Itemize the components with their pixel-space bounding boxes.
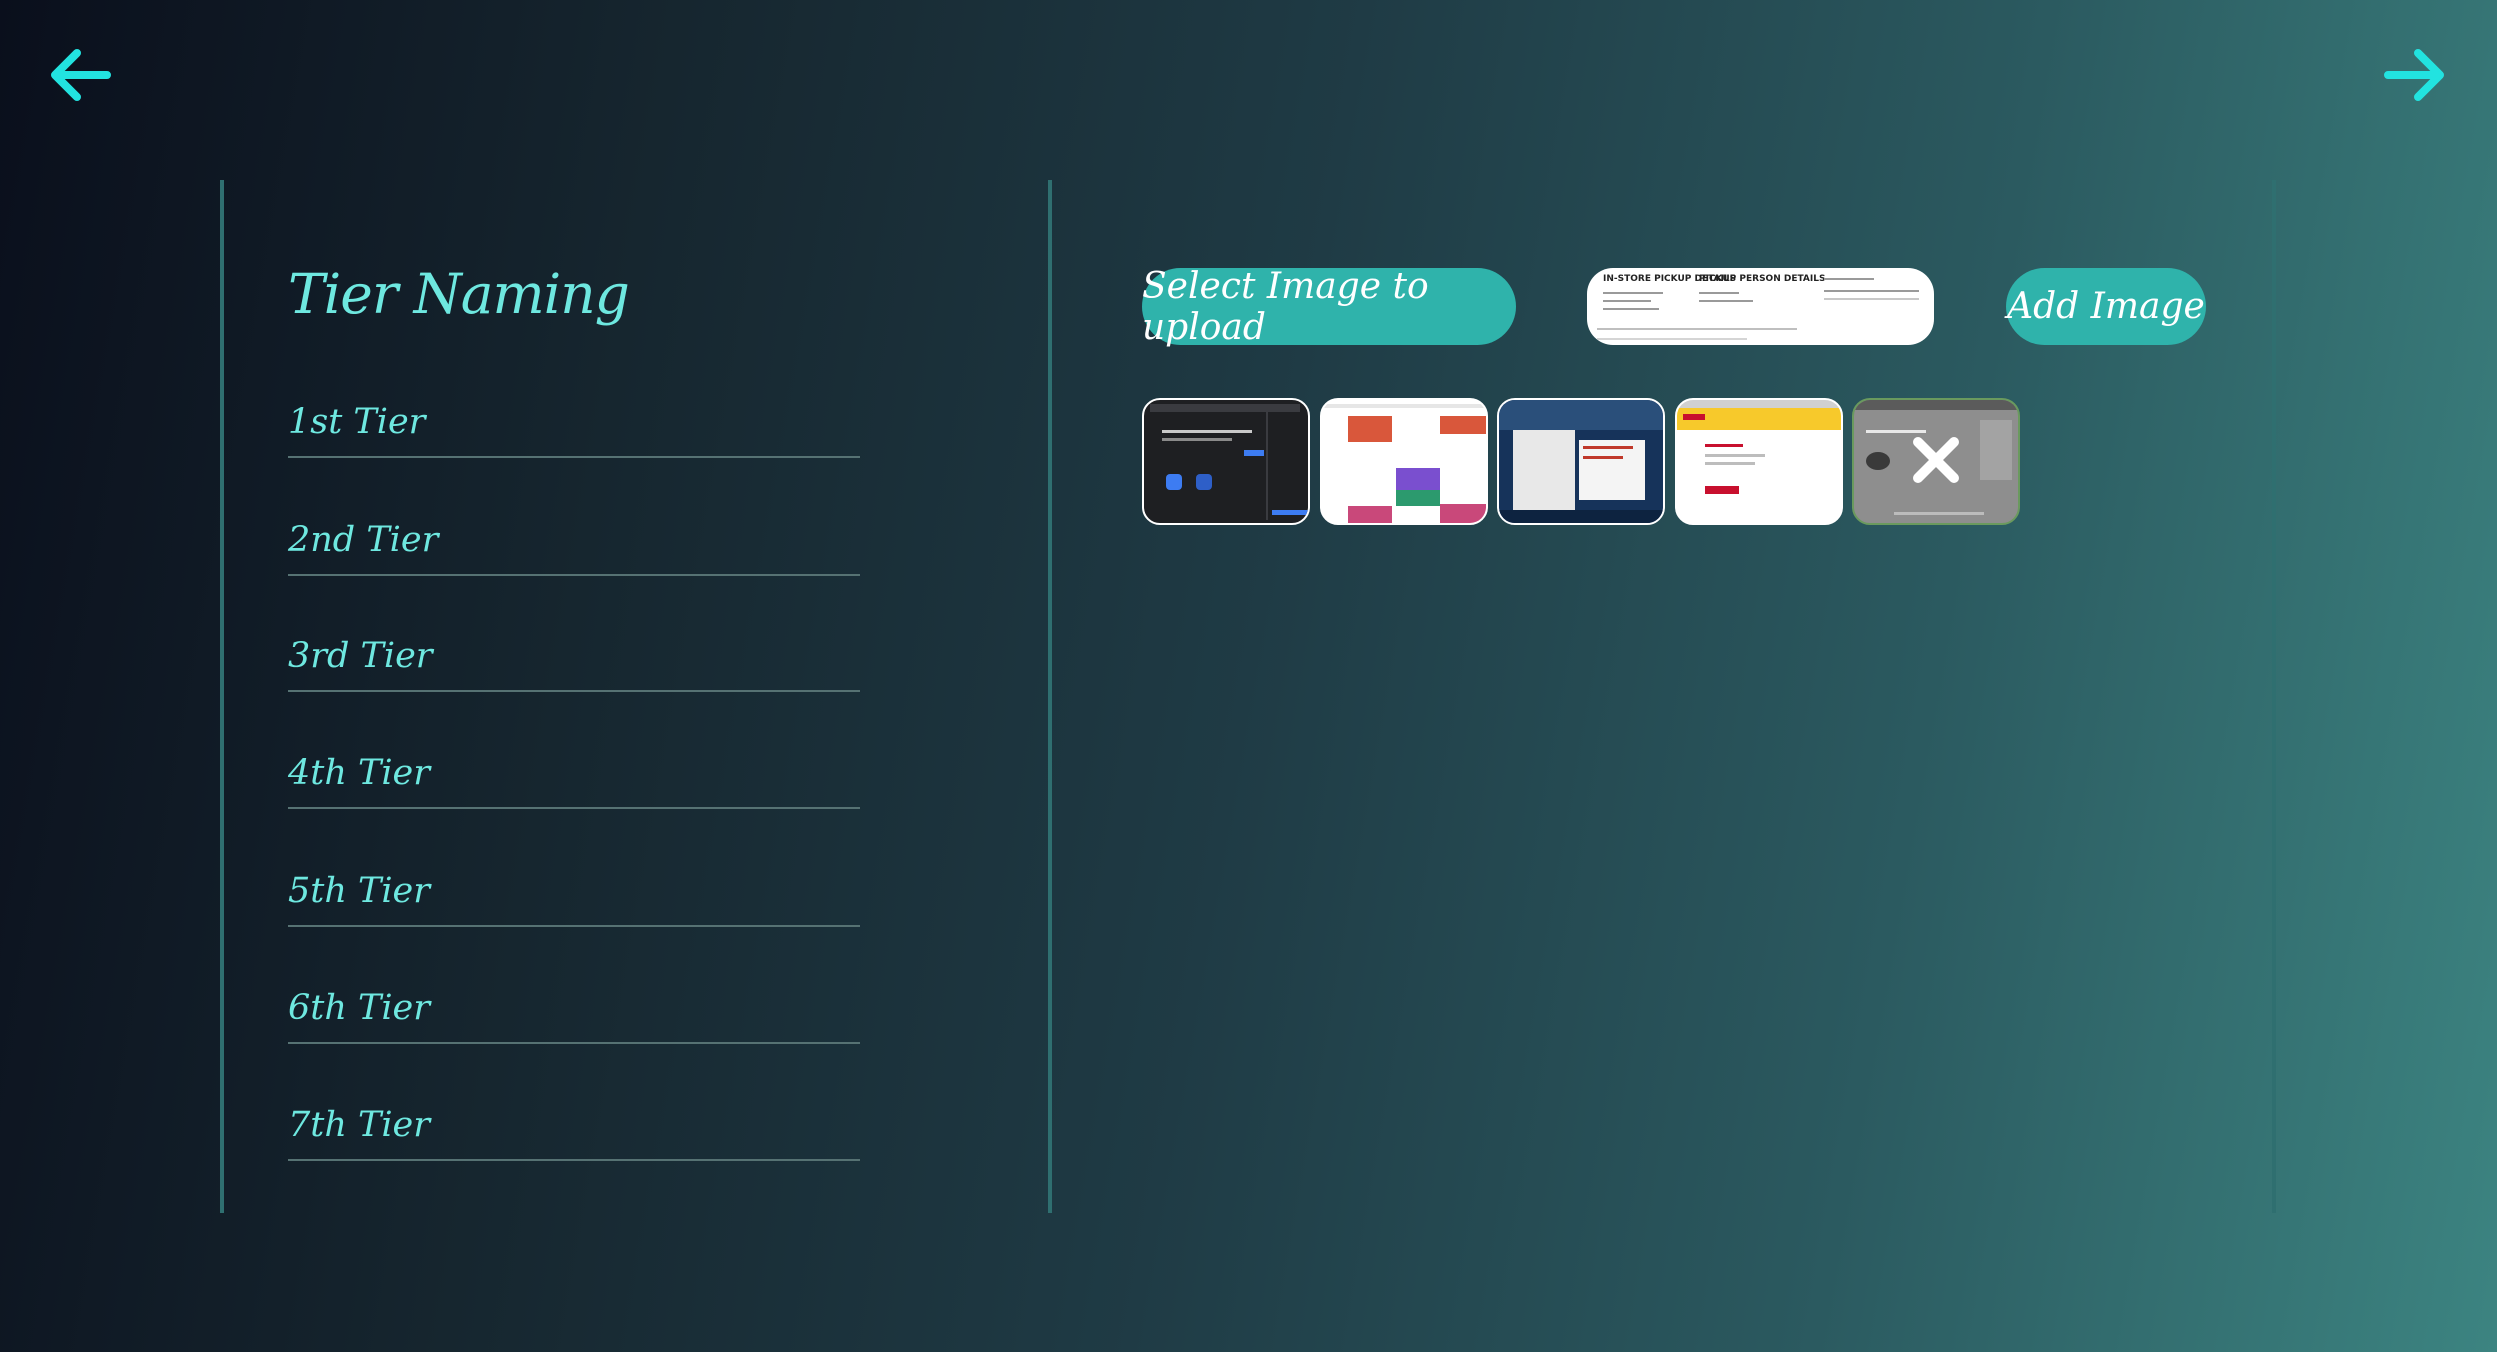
- add-image-button[interactable]: Add Image: [2006, 268, 2206, 345]
- image-thumbnail-1[interactable]: [1142, 398, 1310, 525]
- tier-underline: [288, 574, 860, 576]
- tier-underline: [288, 807, 860, 809]
- tier-input-5[interactable]: 5th Tier: [288, 847, 860, 927]
- tier-underline: [288, 1159, 860, 1161]
- forward-arrow-icon[interactable]: [2380, 40, 2450, 110]
- selected-image-preview: IN-STORE PICKUP DETAILS PICKUP PERSON DE…: [1587, 268, 1934, 345]
- left-divider: [220, 180, 224, 1213]
- tier-underline: [288, 925, 860, 927]
- center-divider: [1048, 180, 1052, 1213]
- preview-header: PICKUP PERSON DETAILS: [1699, 274, 1826, 284]
- image-thumbnail-5[interactable]: [1852, 398, 2020, 525]
- tier-naming-title: Tier Naming: [288, 262, 630, 326]
- right-divider: [2272, 180, 2276, 1213]
- tier-input-7[interactable]: 7th Tier: [288, 1081, 860, 1161]
- tier-input-6[interactable]: 6th Tier: [288, 964, 860, 1044]
- tier-label: 5th Tier: [288, 871, 430, 911]
- tier-label: 2nd Tier: [288, 520, 439, 560]
- tier-input-3[interactable]: 3rd Tier: [288, 612, 860, 692]
- tier-label: 6th Tier: [288, 988, 430, 1028]
- close-x-icon[interactable]: [1906, 430, 1966, 490]
- tier-input-1[interactable]: 1st Tier: [288, 378, 860, 458]
- tier-input-4[interactable]: 4th Tier: [288, 729, 860, 809]
- image-thumbnail-2[interactable]: [1320, 398, 1488, 525]
- tier-label: 4th Tier: [288, 753, 430, 793]
- tier-label: 1st Tier: [288, 402, 426, 442]
- image-thumbnail-3[interactable]: [1497, 398, 1665, 525]
- tier-underline: [288, 456, 860, 458]
- back-arrow-icon[interactable]: [45, 40, 115, 110]
- image-thumbnail-4[interactable]: [1675, 398, 1843, 525]
- tier-underline: [288, 1042, 860, 1044]
- tier-label: 3rd Tier: [288, 636, 433, 676]
- select-image-button[interactable]: Select Image to upload: [1142, 266, 1516, 348]
- tier-underline: [288, 690, 860, 692]
- tier-label: 7th Tier: [288, 1105, 430, 1145]
- tier-input-2[interactable]: 2nd Tier: [288, 496, 860, 576]
